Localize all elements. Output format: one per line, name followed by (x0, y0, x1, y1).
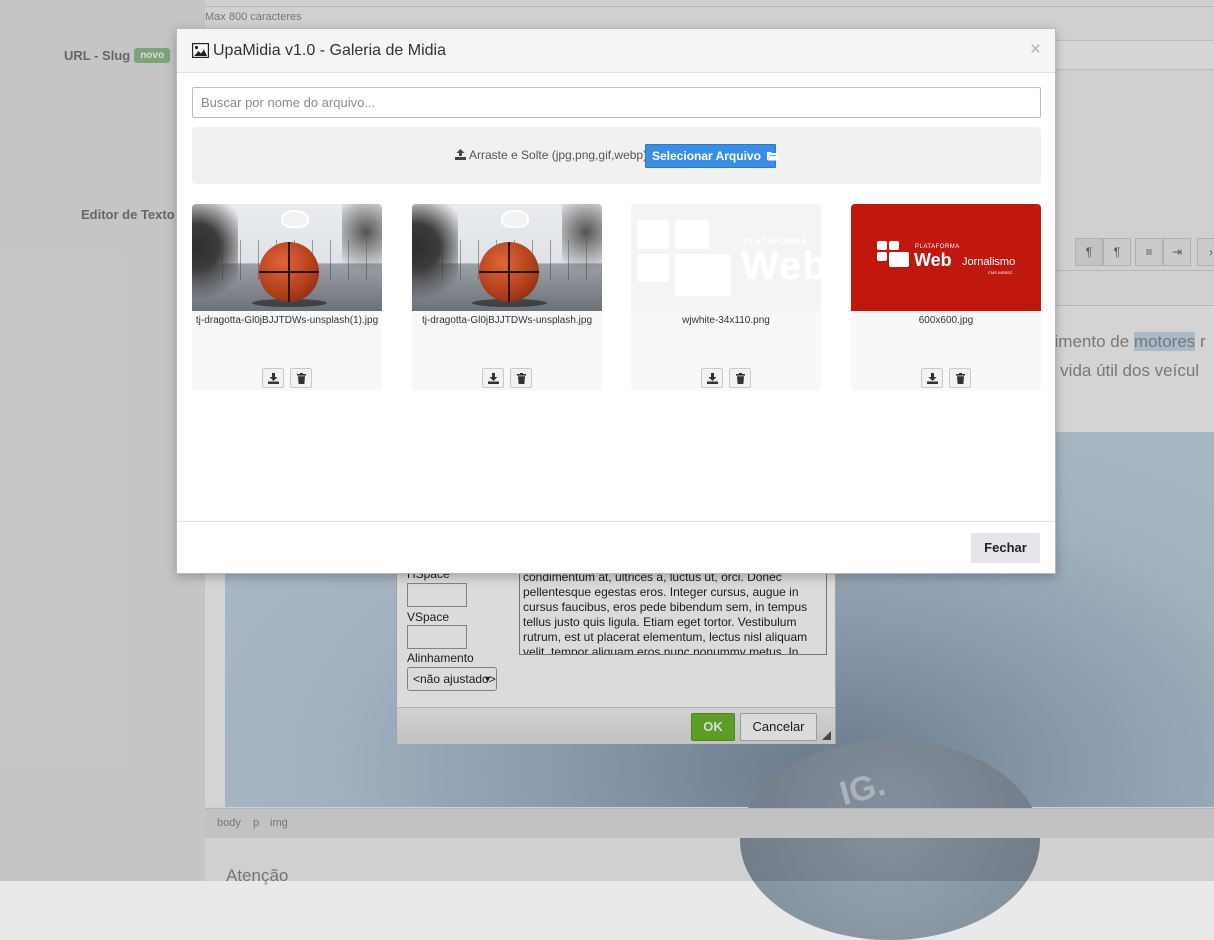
logo-tiny-text: CMS WEBSC (988, 270, 1013, 275)
download-icon (268, 373, 279, 384)
media-card[interactable]: tj-dragotta-Gl0jBJJTDWs-unsplash.jpg (412, 204, 602, 391)
upload-icon (455, 149, 466, 160)
modal-header: UpaMidia v1.0 - Galeria de Midia × (177, 29, 1055, 73)
media-thumbnail[interactable]: PLATAFORMA Web (631, 204, 821, 311)
white-logo-thumb: PLATAFORMA Web (631, 204, 821, 311)
logo-big-text: Web (741, 244, 821, 288)
download-button[interactable] (262, 368, 284, 388)
close-button[interactable]: Fechar (971, 533, 1040, 563)
delete-button[interactable] (510, 368, 532, 388)
image-icon (192, 43, 209, 58)
folder-open-icon (767, 152, 780, 161)
media-card[interactable]: PLATAFORMA Web wjwhite-34x110.png (631, 204, 821, 391)
logo-suffix-text: Jornalismo (962, 256, 1016, 268)
media-actions (851, 368, 1041, 388)
basketball-photo-thumb (192, 204, 382, 311)
basketball-photo-thumb (412, 204, 602, 311)
trash-icon (736, 373, 745, 384)
download-button[interactable] (482, 368, 504, 388)
download-icon (927, 373, 938, 384)
dropzone-label: Arraste e Solte (jpg,png,gif,webp) (455, 148, 647, 162)
download-button[interactable] (701, 368, 723, 388)
select-file-button[interactable]: Selecionar Arquivo (645, 144, 780, 168)
media-card[interactable]: PLATAFORMA Web Jornalismo CMS WEBSC 600x… (851, 204, 1041, 391)
trash-icon (297, 373, 306, 384)
media-filename: tj-dragotta-Gl0jBJJTDWs-unsplash(1).jpg (195, 315, 379, 326)
media-thumbnail[interactable]: PLATAFORMA Web Jornalismo CMS WEBSC (851, 204, 1041, 311)
download-button[interactable] (921, 368, 943, 388)
trash-icon (517, 373, 526, 384)
logo-big-text: Web (914, 250, 952, 270)
trash-icon (956, 373, 965, 384)
media-filename: tj-dragotta-Gl0jBJJTDWs-unsplash.jpg (421, 315, 593, 326)
media-filename: wjwhite-34x110.png (682, 315, 770, 326)
media-actions (412, 368, 602, 388)
media-actions (192, 368, 382, 388)
media-thumbnail[interactable] (192, 204, 382, 311)
delete-button[interactable] (949, 368, 971, 388)
modal-title: UpaMidia v1.0 - Galeria de Midia (213, 42, 446, 59)
media-card[interactable]: tj-dragotta-Gl0jBJJTDWs-unsplash(1).jpg (192, 204, 382, 391)
media-gallery-modal: UpaMidia v1.0 - Galeria de Midia × Arras… (176, 28, 1056, 574)
delete-button[interactable] (290, 368, 312, 388)
close-icon[interactable]: × (1030, 40, 1041, 59)
upload-dropzone[interactable]: Arraste e Solte (jpg,png,gif,webp) Selec… (192, 127, 1041, 184)
red-logo-thumb: PLATAFORMA Web Jornalismo CMS WEBSC (851, 204, 1041, 311)
download-icon (707, 373, 718, 384)
modal-footer: Fechar (177, 521, 1055, 573)
media-actions (631, 368, 821, 388)
media-filename: 600x600.jpg (918, 315, 974, 326)
download-icon (488, 373, 499, 384)
media-thumbnail[interactable] (412, 204, 602, 311)
search-input[interactable] (192, 87, 1041, 118)
media-gallery-grid: tj-dragotta-Gl0jBJJTDWs-unsplash(1).jpg … (192, 204, 1041, 394)
delete-button[interactable] (729, 368, 751, 388)
